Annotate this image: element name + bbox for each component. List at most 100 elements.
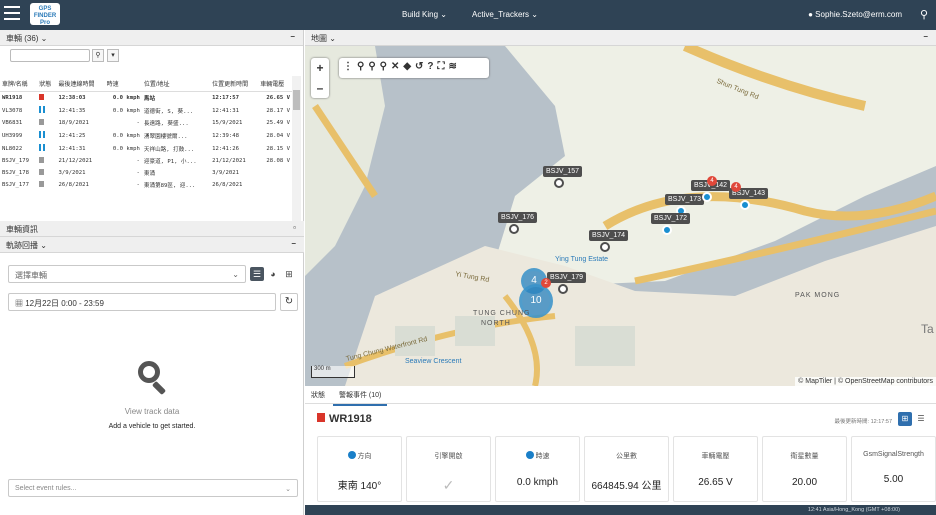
vehicle-marker[interactable]: BSJV_176 [498, 212, 538, 234]
table-cell: 28.15 V [266, 145, 290, 152]
table-cell: 長遠路, 葵盛... [143, 121, 189, 127]
table-cell: 12:41:25 [58, 132, 86, 139]
user-menu[interactable]: ● Sophie.Szeto@erm.com [808, 10, 902, 19]
table-cell: - [136, 170, 140, 176]
status-icon [37, 142, 56, 155]
card-value: 0.0 kmph [516, 477, 559, 488]
map-canvas[interactable]: + – ⋮⚲⚲⚲✕◆↺?⛶≋ BSJV_157 BSJV_176 BSJV_173… [305, 46, 936, 386]
expand-icon[interactable]: ▫ [293, 223, 296, 232]
table-cell: 18/9/2021 [58, 120, 89, 126]
minimize-icon[interactable]: – [924, 32, 928, 41]
vehicle-marker[interactable]: BSJV_172 [651, 213, 691, 235]
table-cell: 3/9/2021 [58, 170, 86, 176]
column-header[interactable]: 位置更新時間 [210, 76, 259, 92]
alert-count-badge[interactable]: 4 [731, 182, 741, 192]
vehicles-title[interactable]: 車輛 (36) [6, 34, 38, 43]
table-cell: 12:41:31 [58, 145, 86, 152]
list-view-icon[interactable]: ☰ [250, 267, 264, 281]
table-cell: 迎豪道, P1, 小... [143, 159, 197, 165]
zoom-out-button[interactable]: – [311, 78, 329, 98]
table-cell: 28.08 V [266, 158, 290, 164]
card-label: 公里數 [616, 453, 637, 460]
table-row[interactable]: UH3999 12:41:25 0.0 kmph 湧翠園樓號爾... 12:39:48 2… [0, 129, 292, 142]
group-dropdown[interactable]: Active_Trackers ⌄ [472, 10, 538, 19]
table-row[interactable]: BSJV_178 3/9/2021 - 東涌 3/9/2021 [0, 167, 292, 179]
tab-alerts[interactable]: 警報事件 (10) [332, 386, 388, 406]
status-icon [37, 155, 56, 167]
track-playback-header[interactable]: 軌跡回播 ⌄ – [0, 237, 304, 253]
card-label: GsmSignalStrength [863, 451, 924, 458]
grid-view-icon[interactable]: ⊞ [282, 267, 296, 281]
event-rules-select[interactable]: Select event rules... ⌄ [8, 479, 298, 497]
table-cell: 0.0 kmph [112, 132, 140, 139]
table-cell: 0.0 kmph [112, 145, 140, 152]
table-cell: 12:39:48 [212, 132, 240, 139]
table-cell: 12:38:03 [58, 95, 86, 101]
map-scale: 300 m [311, 366, 355, 378]
table-cell: 25.49 V [266, 120, 290, 126]
vehicle-marker[interactable]: BSJV_173 [665, 194, 705, 216]
search-button[interactable]: ⚲ [92, 49, 104, 62]
filter-dropdown-button[interactable]: ▾ [107, 49, 119, 62]
column-header[interactable]: 位置/地址 [141, 76, 211, 92]
tab-status[interactable]: 狀態 [305, 386, 331, 404]
list-view-icon[interactable]: ☰ [914, 412, 928, 426]
vehicle-select[interactable]: 選擇車輛 ⌄ [8, 265, 246, 283]
table-cell: 15/9/2021 [212, 120, 243, 126]
table-row[interactable]: WR1918 12:38:03 0.0 kmph 馬站 12:17:57 26.65 V [0, 92, 292, 105]
map-label: Ying Tung Estate [555, 256, 609, 263]
alert-count-badge[interactable]: 2 [541, 278, 551, 288]
table-cell: 湧翠園樓號爾... [143, 133, 188, 140]
left-panel: 車輛 (36) ⌄ – ⚲ ▾ 車牌/名稱 狀態 最後連線時間 時速 位置/地址… [0, 30, 304, 515]
status-icon [37, 167, 56, 179]
date-range-field[interactable]: ▦ 12月22日 0:00 - 23:59 [8, 293, 276, 311]
card-label: 引擎開啟 [434, 453, 463, 460]
table-cell: NL8022 [2, 145, 23, 152]
column-header[interactable]: 最後連線時間 [56, 76, 105, 92]
table-row[interactable]: BSJV_177 26/8/2021 - 東涌第89區, 迎... 26/8/2021 [0, 179, 292, 191]
zoom-in-button[interactable]: + [311, 58, 329, 78]
vehicle-search-input[interactable] [10, 49, 90, 62]
detail-vehicle-title: WR1918 [317, 413, 372, 425]
table-row[interactable]: NL8022 12:41:31 0.0 kmph 天祥山路, 打鼓... 12:41:2… [0, 142, 292, 155]
refresh-icon[interactable]: ↻ [280, 293, 298, 311]
table-cell [258, 179, 292, 191]
vehicle-marker[interactable]: BSJV_179 [547, 272, 587, 294]
search-icon[interactable]: ⚲ [920, 8, 928, 21]
zoom-controls[interactable]: + – [311, 58, 329, 98]
table-row[interactable]: VB6831 18/9/2021 - 長遠路, 葵盛... 15/9/2021 25.49… [0, 117, 292, 129]
grid-view-icon[interactable]: ⊞ [898, 412, 912, 426]
map-attribution[interactable]: © MapTiler | © OpenStreetMap contributor… [795, 377, 936, 386]
table-cell: 東涌 [143, 171, 156, 177]
map-title[interactable]: 地圖 [311, 34, 327, 43]
table-cell: 28.17 V [266, 107, 290, 114]
company-dropdown[interactable]: Build King ⌄ [402, 10, 447, 19]
vehicle-table: 車牌/名稱 狀態 最後連線時間 時速 位置/地址 位置更新時間 車輛電壓 WR1… [0, 76, 292, 191]
footer-timezone: 12:41 Asia/Hong_Kong (GMT +08:00) [305, 505, 936, 515]
menu-icon[interactable] [4, 6, 20, 20]
alert-count-badge[interactable]: 4 [707, 176, 717, 186]
column-header[interactable]: 車輛電壓 [258, 76, 292, 92]
status-card: 方向 東南 140° [317, 436, 402, 502]
clock-icon[interactable]: ◕ [266, 267, 280, 281]
map-edge-label: Ta [921, 322, 934, 336]
table-cell: - [136, 158, 140, 164]
right-panel: 地圖 ⌄ – + – ⋮⚲⚲⚲✕◆↺?⛶≋ BSJV_157 BSJV_176 B… [305, 30, 936, 515]
column-header[interactable]: 狀態 [37, 76, 57, 92]
column-header[interactable]: 時速 [104, 76, 142, 92]
vehicle-table-scrollbar[interactable] [292, 76, 301, 231]
vehicles-panel-header: 車輛 (36) ⌄ – [0, 30, 303, 46]
map-panel-header: 地圖 ⌄ – [305, 30, 936, 46]
vehicle-info-header[interactable]: 車輛資訊 ▫ [0, 221, 304, 237]
vehicle-marker[interactable]: BSJV_157 [543, 166, 583, 188]
table-row[interactable]: BSJV_179 21/12/2021 - 迎豪道, P1, 小... 21/12/20… [0, 155, 292, 167]
table-cell: 天祥山路, 打鼓... [143, 146, 195, 153]
table-row[interactable]: VL3078 12:41:35 0.0 kmph 道德街, S, 葵... 12:41:… [0, 104, 292, 117]
column-header[interactable]: 車牌/名稱 [0, 76, 38, 92]
app-logo[interactable]: GPS FINDER Pro [30, 3, 60, 26]
map-label: TUNG CHUNG [473, 310, 531, 317]
vehicle-marker[interactable]: BSJV_174 [589, 230, 629, 252]
minimize-icon[interactable]: – [292, 239, 296, 248]
minimize-icon[interactable]: – [291, 32, 295, 41]
map-toolbar[interactable]: ⋮⚲⚲⚲✕◆↺?⛶≋ [339, 58, 489, 78]
